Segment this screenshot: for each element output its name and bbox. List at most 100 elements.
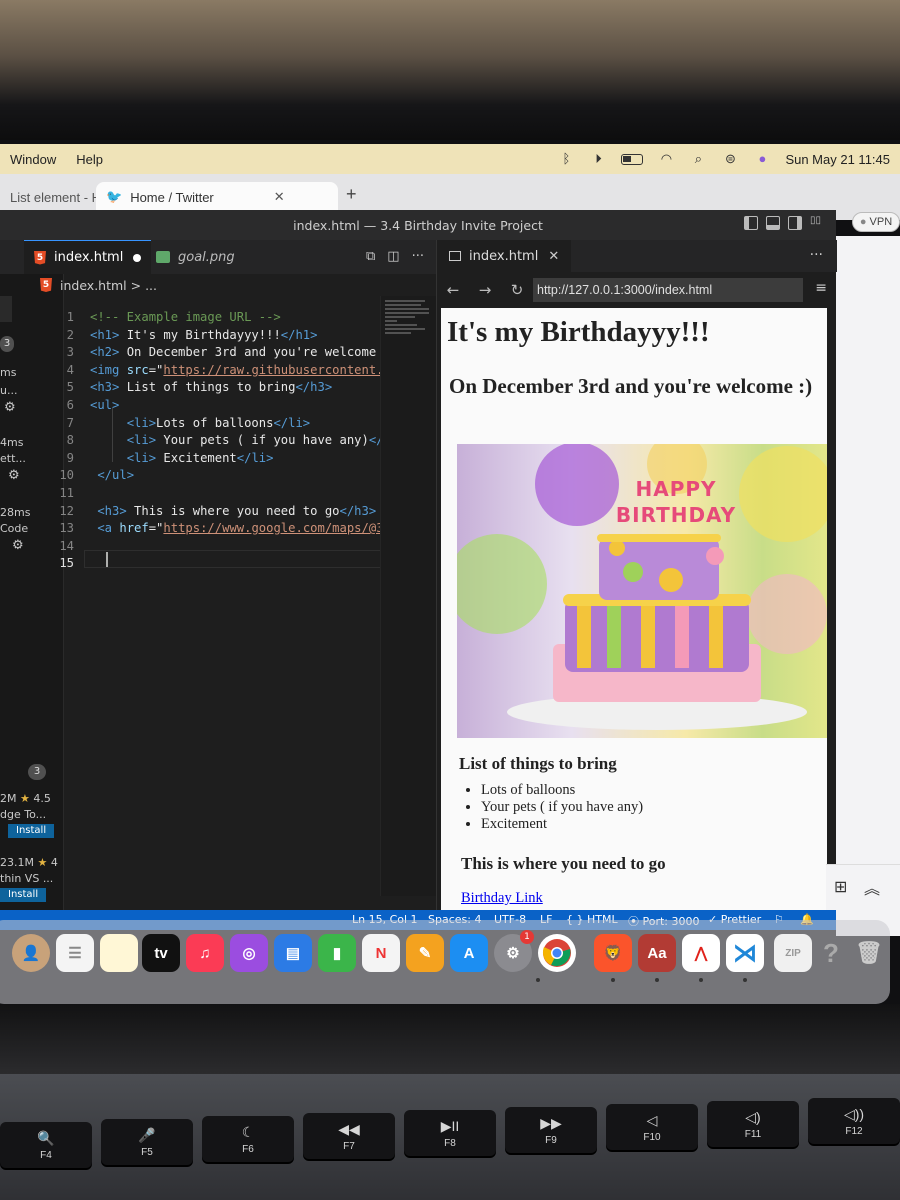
extension-downloads: 23.1M ★ 4 (0, 856, 58, 869)
code-text: <ul> (90, 398, 120, 412)
code-line[interactable]: 8 <li> Your pets ( if you have any)</li (0, 431, 399, 449)
extension-name: dge To... (0, 808, 47, 821)
battery-icon[interactable] (621, 153, 644, 165)
running-indicator (743, 978, 747, 982)
customize-layout-icon[interactable] (810, 215, 824, 230)
zip-file-icon[interactable]: ZIP (774, 934, 812, 972)
code-line[interactable]: 6 <ul> (0, 396, 380, 414)
code-line[interactable]: 2 <h1> It's my Birthdayyy!!!</h1> (0, 326, 380, 344)
more-actions-icon[interactable]: ··· (810, 247, 823, 263)
unsaved-dot-icon[interactable] (133, 253, 142, 262)
function-key[interactable]: ☾ F6 (202, 1116, 294, 1162)
code-line[interactable]: 11 (0, 484, 380, 502)
pages-icon[interactable]: ✎ (406, 934, 444, 972)
bluetooth-icon[interactable]: ᛒ (557, 152, 575, 166)
code-line[interactable]: 13 <a href="https://www.google.com/maps/… (0, 519, 398, 537)
trash-icon[interactable]: 🗑 (850, 934, 888, 972)
acrobat-icon[interactable]: ⋀ (682, 934, 720, 972)
function-key[interactable]: ▶II F8 (404, 1110, 496, 1156)
unknown-app-icon[interactable]: ? (812, 934, 850, 972)
play-icon[interactable]: ⏵ (589, 152, 607, 166)
menu-window[interactable]: Window (0, 152, 66, 167)
code-line[interactable]: 12 <h3> This is where you need to go</h3… (0, 502, 380, 520)
browser-icon (449, 251, 461, 261)
function-key[interactable]: ◀◀ F7 (303, 1113, 395, 1159)
back-arrow-icon[interactable]: ← (437, 281, 469, 299)
function-key[interactable]: 🎤 F5 (101, 1119, 193, 1165)
code-text: <a href="https://www.google.com/maps/@35… (97, 521, 399, 536)
breadcrumb[interactable]: 5 index.html > ... (0, 274, 436, 296)
reload-icon[interactable]: ↻ (501, 281, 533, 299)
minimap[interactable] (380, 296, 436, 896)
podcasts-icon[interactable]: ◎ (230, 934, 268, 972)
vscode-icon[interactable]: ⋊ (726, 934, 764, 972)
reminders-icon[interactable]: ☰ (56, 934, 94, 972)
browser-tab-twitter[interactable]: 🐦 Home / Twitter ✕ (96, 182, 338, 212)
preview-tab-bar: index.html ✕ ··· (437, 240, 837, 272)
page-heading: It's my Birthdayyy!!! (447, 316, 710, 348)
tab-index-html[interactable]: 5 index.html (24, 240, 152, 274)
close-icon[interactable]: ✕ (548, 249, 559, 264)
extension-name: thin VS ... (0, 872, 54, 885)
code-line[interactable]: 1 <!-- Example image URL --> (0, 308, 380, 326)
function-key[interactable]: ▶▶ F9 (505, 1107, 597, 1153)
code-line[interactable]: 7 <li>Lots of balloons</li> (0, 414, 380, 432)
code-line[interactable]: 4 <img src="https://raw.githubusercontent… (0, 361, 391, 379)
siri-icon[interactable]: ● (753, 152, 771, 166)
forward-arrow-icon[interactable]: → (469, 281, 501, 299)
toggle-primary-sidebar-icon[interactable] (744, 216, 758, 230)
music-icon[interactable]: ♫ (186, 934, 224, 972)
preview-navbar: ← → ↻ http://127.0.0.1:3000/index.html ≡ (437, 274, 837, 306)
install-button[interactable]: Install (0, 888, 47, 902)
code-line[interactable]: 3 <h2> On December 3rd and you're welcome… (0, 343, 391, 361)
code-line[interactable]: 5 <h3> List of things to bring</h3> (0, 378, 380, 396)
app-store-icon[interactable]: A (450, 934, 488, 972)
line-number: 9 (66, 450, 74, 465)
cake-topper-text: HAPPY BIRTHDAY (615, 477, 737, 527)
toggle-panel-icon[interactable] (766, 216, 780, 230)
birthday-link[interactable]: Birthday Link (461, 890, 543, 907)
collapse-icon[interactable]: ︽ (864, 875, 880, 899)
toggle-secondary-sidebar-icon[interactable] (788, 216, 802, 230)
laptop-bezel-bottom (0, 1004, 900, 1074)
more-actions-icon[interactable]: ··· (412, 249, 424, 264)
wifi-icon[interactable]: ◠ (657, 152, 675, 166)
contacts-icon[interactable]: 👤 (12, 934, 50, 972)
function-key[interactable]: ◁ F10 (606, 1104, 698, 1150)
tab-goal-png[interactable]: goal.png (146, 240, 245, 274)
code-editor[interactable]: 1 <!-- Example image URL --> 2 <h1> It's my… (0, 300, 399, 780)
chrome-icon[interactable] (538, 934, 576, 972)
menu-help[interactable]: Help (66, 152, 113, 167)
numbers-icon[interactable]: ▮ (318, 934, 356, 972)
notes-icon[interactable] (100, 934, 138, 972)
close-tab-icon[interactable]: ✕ (274, 189, 285, 205)
split-editor-icon[interactable]: ◫ (387, 249, 399, 264)
open-preview-icon[interactable]: ⧉ (366, 249, 375, 264)
menubar-clock[interactable]: Sun May 21 11:45 (785, 152, 890, 167)
add-to-reading-list-icon[interactable]: ⊞ (834, 877, 847, 896)
code-line[interactable]: 10 </ul> (0, 466, 380, 484)
brave-icon[interactable]: 🦁 (594, 934, 632, 972)
code-line[interactable]: 9 <li> Excitement</li> (0, 449, 380, 467)
function-key[interactable]: ◁)) F12 (808, 1098, 900, 1144)
line-number: 3 (66, 345, 74, 360)
line-number: 4 (66, 362, 74, 377)
vpn-button[interactable]: ● VPN (852, 212, 900, 232)
tab-preview-index[interactable]: index.html ✕ (437, 240, 572, 272)
code-text: <li> Excitement</li> (126, 450, 274, 465)
news-icon[interactable]: N (362, 934, 400, 972)
install-button[interactable]: Install (8, 824, 55, 838)
browser-tab-list-element[interactable]: List element - H (0, 182, 111, 212)
new-tab-button[interactable]: + (346, 184, 357, 205)
key-glyph: ▶II (440, 1118, 460, 1134)
apple-tv-icon[interactable]: tv (142, 934, 180, 972)
keynote-icon[interactable]: ▤ (274, 934, 312, 972)
function-key[interactable]: 🔍 F4 (0, 1122, 92, 1168)
url-input[interactable]: http://127.0.0.1:3000/index.html (533, 278, 803, 302)
line-number: 13 (59, 521, 74, 536)
menu-icon[interactable]: ≡ (815, 280, 827, 296)
control-center-icon[interactable]: ⊜ (721, 152, 739, 166)
dictionary-icon[interactable]: Aa (638, 934, 676, 972)
spotlight-icon[interactable]: ⌕ (689, 152, 707, 166)
function-key[interactable]: ◁) F11 (707, 1101, 799, 1147)
